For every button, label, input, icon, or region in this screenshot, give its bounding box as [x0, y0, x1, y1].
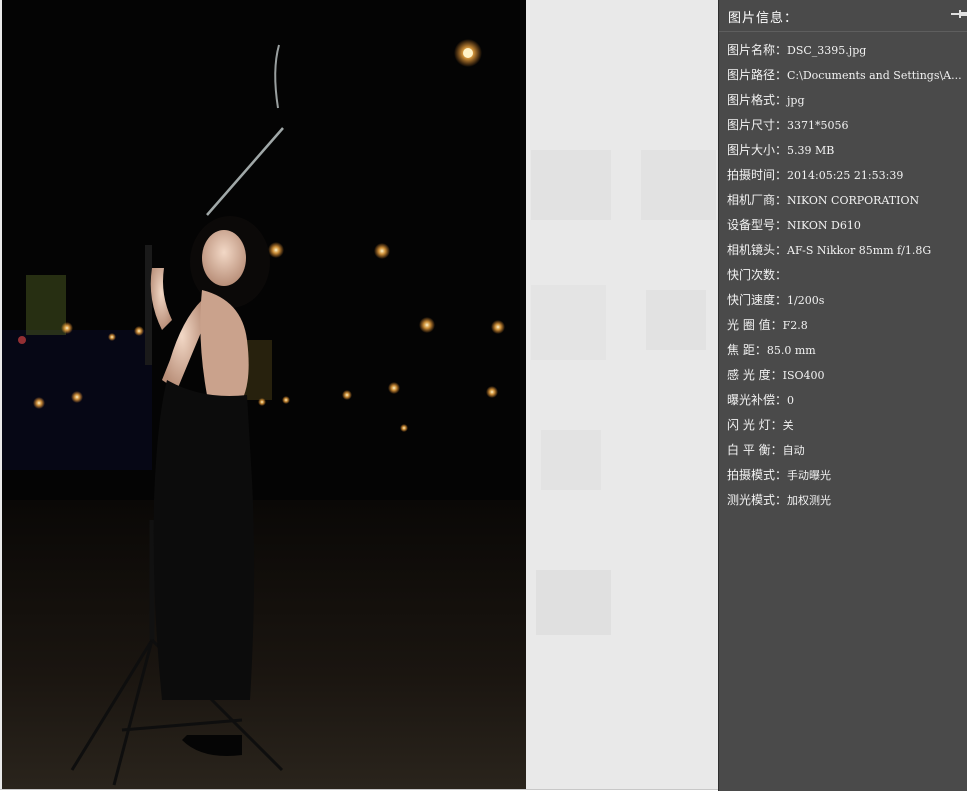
info-label: 快门速度： [727, 293, 788, 307]
info-value: 2014:05:25 21:53:39 [787, 169, 904, 182]
info-label: 设备型号： [727, 218, 788, 232]
photo-image [2, 0, 526, 789]
info-row: 白 平 衡：自动 [727, 440, 963, 465]
info-value: F2.8 [782, 319, 808, 332]
info-value: 85.0 mm [766, 344, 816, 357]
info-label: 光 圈 值： [727, 318, 783, 332]
info-row: 感 光 度：ISO400 [727, 365, 963, 390]
panel-title: 图片信息： [728, 11, 799, 26]
info-row: 曝光补偿：0 [727, 390, 963, 415]
info-row: 拍摄模式：手动曝光 [727, 465, 963, 490]
info-row: 测光模式：加权测光 [727, 490, 963, 515]
info-list: 图片名称：DSC_3395.jpg 图片路径：C:\Documents and S… [727, 40, 963, 515]
panel-header: 图片信息： [719, 0, 967, 32]
info-value: DSC_3395.jpg [787, 44, 867, 57]
info-label: 图片尺寸： [727, 118, 788, 132]
info-row: 图片大小：5.39 MB [727, 140, 963, 165]
info-row: 拍摄时间：2014:05:25 21:53:39 [727, 165, 963, 190]
info-value: ISO400 [782, 369, 825, 382]
info-label: 相机镜头： [727, 243, 788, 257]
info-value: AF-S Nikkor 85mm f/1.8G [787, 244, 932, 257]
info-label: 相机厂商： [727, 193, 788, 207]
pin-icon[interactable] [949, 6, 967, 22]
info-value: 1/200s [787, 294, 825, 307]
info-label: 感 光 度： [727, 368, 783, 382]
info-row: 光 圈 值：F2.8 [727, 315, 963, 340]
info-row: 快门次数： [727, 265, 963, 290]
info-value: 3371*5056 [787, 119, 849, 132]
info-value: 5.39 MB [787, 144, 835, 157]
info-label: 图片名称： [727, 43, 788, 57]
info-label: 测光模式： [727, 493, 788, 507]
info-label: 图片格式： [727, 93, 788, 107]
info-label: 图片路径： [727, 68, 788, 82]
info-label: 曝光补偿： [727, 393, 788, 407]
info-label: 拍摄时间： [727, 168, 788, 182]
info-row: 图片名称：DSC_3395.jpg [727, 40, 963, 65]
info-label: 闪 光 灯： [727, 418, 783, 432]
info-label: 焦 距： [727, 343, 767, 357]
info-label: 白 平 衡： [727, 443, 783, 457]
info-value: C:\Documents and Settings\A... [787, 69, 962, 82]
info-label: 快门次数： [727, 268, 788, 282]
info-value: 0 [787, 394, 795, 407]
info-row: 设备型号：NIKON D610 [727, 215, 963, 240]
info-row: 相机厂商：NIKON CORPORATION [727, 190, 963, 215]
info-value: 自动 [782, 444, 805, 457]
info-row: 焦 距：85.0 mm [727, 340, 963, 365]
info-row: 图片路径：C:\Documents and Settings\A... [727, 65, 963, 90]
info-value: NIKON D610 [787, 219, 861, 232]
info-value: NIKON CORPORATION [787, 194, 920, 207]
info-value: jpg [787, 94, 805, 107]
info-row: 闪 光 灯：关 [727, 415, 963, 440]
photo-preview[interactable] [2, 0, 526, 789]
info-label: 拍摄模式： [727, 468, 788, 482]
info-row: 图片尺寸：3371*5056 [727, 115, 963, 140]
info-value: 关 [782, 419, 794, 432]
image-info-panel: 图片信息： 图片名称：DSC_3395.jpg 图片路径：C:\Documents… [718, 0, 967, 791]
info-value: 手动曝光 [787, 469, 832, 482]
background-ghost-image [526, 0, 718, 789]
info-row: 快门速度：1/200s [727, 290, 963, 315]
image-viewer[interactable] [0, 0, 718, 790]
info-row: 图片格式：jpg [727, 90, 963, 115]
info-row: 相机镜头：AF-S Nikkor 85mm f/1.8G [727, 240, 963, 265]
info-label: 图片大小： [727, 143, 788, 157]
info-value: 加权测光 [787, 494, 832, 507]
